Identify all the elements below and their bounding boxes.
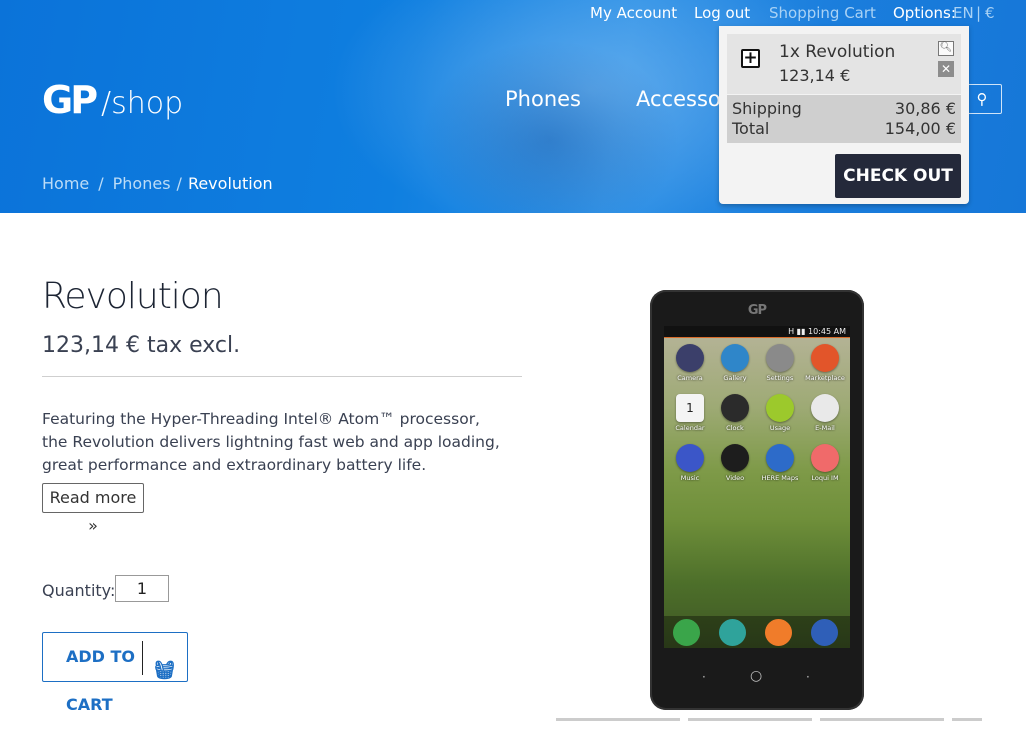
app-clock: Clock [713, 394, 757, 442]
divider [42, 376, 522, 377]
top-navigation: My Account Log out Shopping Cart Options… [0, 2, 1026, 24]
shipping-row: Shipping 30,86 € [732, 99, 956, 118]
shipping-value: 30,86 € [894, 99, 956, 118]
app-gallery: Gallery [713, 344, 757, 392]
app-icon [676, 444, 704, 472]
app-camera: Camera [668, 344, 712, 392]
cart-totals: Shipping 30,86 € Total 154,00 € [727, 95, 961, 143]
app-icon [811, 394, 839, 422]
remove-item-icon[interactable]: ✕ [938, 61, 954, 77]
cart-item-name[interactable]: 1x Revolution [779, 42, 895, 62]
read-more-button[interactable]: Read more » [42, 483, 144, 535]
app-music: Music [668, 444, 712, 492]
app-e-mail: E-Mail [803, 394, 847, 442]
currency-selector[interactable]: € [985, 4, 995, 22]
app-label: Clock [726, 424, 744, 432]
app-icon [766, 394, 794, 422]
product-title: Revolution [42, 276, 224, 317]
app-icon [676, 344, 704, 372]
quantity-label: Quantity: [42, 581, 116, 600]
phone-menu-dot: · [806, 670, 810, 684]
add-to-cart-button[interactable]: ADD TO CART 🧺︎ [42, 632, 188, 714]
cart-item-price: 123,14 € [779, 66, 851, 85]
total-value: 154,00 € [884, 119, 956, 138]
text-cursor [142, 641, 143, 675]
app-label: Loqui IM [811, 474, 839, 482]
log-out-link[interactable]: Log out [694, 4, 750, 22]
language-selector[interactable]: EN [953, 4, 974, 22]
app-marketplace: Marketplace [803, 344, 847, 392]
app-icon [766, 444, 794, 472]
dock-app-icon [719, 619, 746, 646]
cart-dropdown: + 1x Revolution 123,14 € 🔍︎ ✕ Shipping 3… [719, 26, 969, 204]
logo-text: shop [111, 86, 184, 121]
app-icon [811, 444, 839, 472]
dock-app-icon [673, 619, 700, 646]
phone-logo: GP [747, 303, 767, 318]
app-icon [721, 394, 749, 422]
shopping-cart-link[interactable]: Shopping Cart [769, 4, 876, 22]
add-to-cart-label: ADD TO CART [66, 647, 136, 714]
app-loqui-im: Loqui IM [803, 444, 847, 492]
app-label: Music [680, 474, 700, 482]
search-icon: ⚲ [976, 90, 988, 108]
total-row: Total 154,00 € [732, 119, 956, 138]
my-account-link[interactable]: My Account [590, 4, 677, 22]
checkout-button[interactable]: CHECK OUT [835, 154, 961, 198]
dock-app-icon [811, 619, 838, 646]
app-label: Calendar [675, 424, 705, 432]
phone-back-dot: · [702, 670, 706, 684]
site-logo[interactable]: GP/shop [42, 78, 183, 122]
app-label: Usage [769, 424, 791, 432]
app-label: Gallery [723, 374, 747, 382]
app-label: HERE Maps [761, 474, 799, 482]
product-description: Featuring the Hyper-Threading Intel® Ato… [42, 410, 500, 474]
nav-accessories[interactable]: Accessor [636, 87, 729, 111]
app-icon [766, 344, 794, 372]
dock-app-icon [765, 619, 792, 646]
app-usage: Usage [758, 394, 802, 442]
total-label: Total [732, 119, 770, 138]
quantity-input[interactable]: 1 [115, 575, 169, 602]
shipping-label: Shipping [732, 99, 802, 118]
product-image[interactable]: GP H ▮▮ 10:45 AM Camera Gallery Settings Ma… [650, 290, 864, 710]
breadcrumb-separator: / [176, 174, 182, 193]
app-label: Camera [677, 374, 703, 382]
cart-item: + 1x Revolution 123,14 € 🔍︎ ✕ [727, 34, 961, 94]
app-calendar: 1 Calendar [668, 394, 712, 442]
phone-dock [664, 616, 850, 648]
breadcrumb-home[interactable]: Home [42, 174, 89, 193]
nav-phones[interactable]: Phones [505, 87, 581, 111]
breadcrumb: Home / Phones / Revolution [42, 174, 273, 193]
logo-mark: GP [42, 78, 98, 122]
expand-item-icon[interactable]: + [741, 49, 760, 68]
app-here-maps: HERE Maps [758, 444, 802, 492]
app-icon [721, 444, 749, 472]
app-label: Settings [766, 374, 794, 382]
phone-buttons: · ○ · [650, 668, 864, 684]
options-label: Options: [893, 4, 956, 22]
app-label: Marketplace [805, 374, 845, 382]
phone-screen: H ▮▮ 10:45 AM Camera Gallery Settings Marke… [664, 326, 850, 648]
app-video: Video [713, 444, 757, 492]
basket-icon: 🧺︎ [153, 660, 176, 681]
phone-home-button: ○ [750, 668, 763, 684]
breadcrumb-phones[interactable]: Phones [113, 174, 171, 193]
phone-status-bar: H ▮▮ 10:45 AM [664, 326, 850, 338]
breadcrumb-separator: / [98, 174, 104, 193]
app-label: E-Mail [815, 424, 835, 432]
product-price: 123,14 € tax excl. [42, 333, 241, 358]
view-item-icon[interactable]: 🔍︎ [938, 41, 954, 56]
app-icon [811, 344, 839, 372]
app-label: Video [725, 474, 745, 482]
options-separator: | [976, 4, 982, 22]
logo-slash: / [101, 86, 112, 121]
app-settings: Settings [758, 344, 802, 392]
app-icon [721, 344, 749, 372]
app-icon: 1 [676, 394, 704, 422]
breadcrumb-current: Revolution [187, 174, 273, 193]
